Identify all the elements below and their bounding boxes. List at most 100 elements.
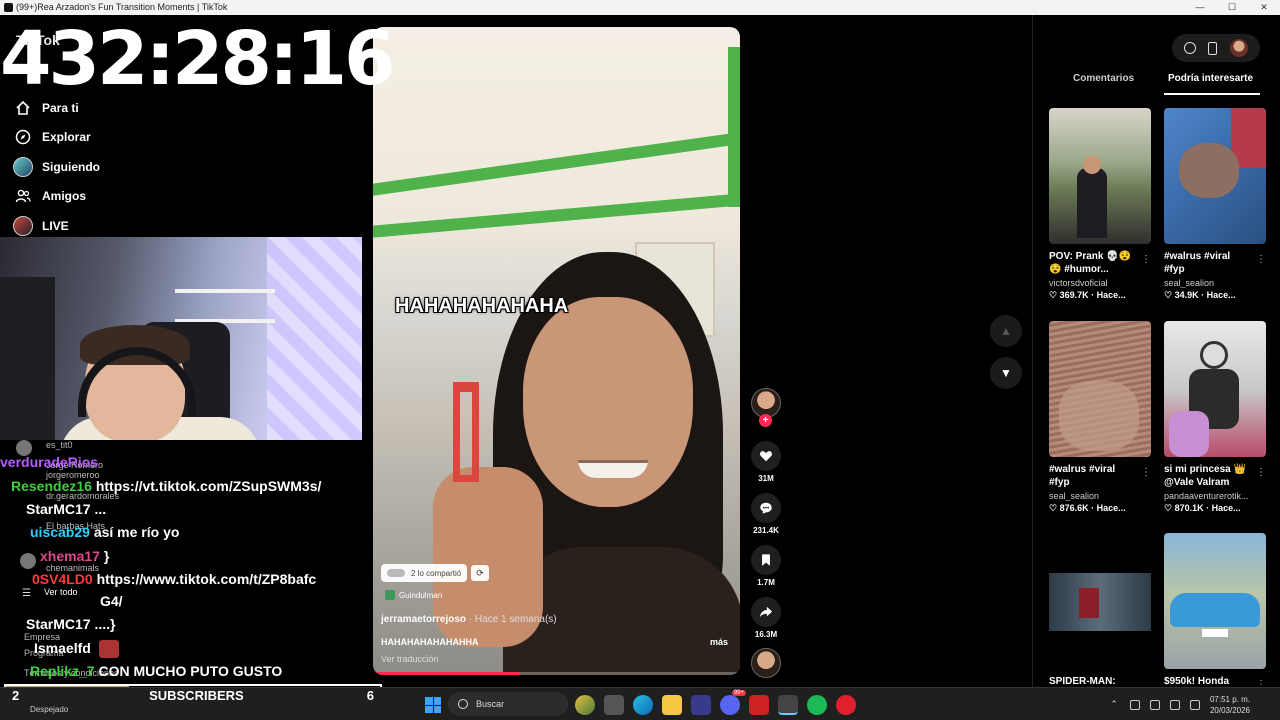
- capture-app-icon[interactable]: [749, 695, 769, 715]
- webcam-overlay: [0, 237, 362, 440]
- save-button[interactable]: 1.7M: [748, 545, 784, 587]
- video-player[interactable]: HAHAHAHAHAHA 2 lo compartió ⟳ Guindulman…: [373, 27, 740, 675]
- recommended-video-card[interactable]: $950k! Honda ⋮: [1164, 533, 1266, 690]
- shared-avatars: [387, 569, 405, 577]
- widgets-app-icon[interactable]: [575, 695, 595, 715]
- start-button[interactable]: [425, 697, 441, 713]
- chat-line: StarMC17 ...: [26, 501, 106, 517]
- recommended-video-card[interactable]: #walrus #viral #fyp seal_sealion ♡ 34.9K…: [1164, 108, 1266, 301]
- edge-browser-icon[interactable]: [633, 695, 653, 715]
- search-placeholder: Buscar: [476, 699, 505, 709]
- file-explorer-icon[interactable]: [662, 695, 682, 715]
- more-options-icon[interactable]: ⋮: [1141, 467, 1151, 478]
- mic-icon[interactable]: [1129, 699, 1140, 710]
- more-link[interactable]: más: [710, 637, 728, 647]
- more-options-icon[interactable]: ⋮: [1256, 254, 1266, 265]
- sound-avatar: [751, 648, 781, 678]
- chat-username: Ismaelfd: [34, 640, 91, 656]
- sidebar-item-label: Explorar: [42, 130, 91, 145]
- subscriber-goal: 6: [366, 687, 374, 703]
- repost-icon[interactable]: ⟳: [471, 565, 489, 581]
- video-thumbnail[interactable]: [1164, 533, 1266, 669]
- card-title-2: #fyp: [1164, 264, 1185, 275]
- comment-button[interactable]: 231.4K: [748, 493, 784, 535]
- obs-icon[interactable]: [778, 695, 798, 715]
- recommended-video-card[interactable]: SPIDER-MAN:: [1049, 533, 1151, 688]
- list-icon: ☰: [22, 588, 31, 599]
- video-thumbnail[interactable]: [1049, 321, 1151, 457]
- device-icon[interactable]: [1208, 41, 1218, 55]
- chat-username: uiscab29: [30, 524, 90, 540]
- recommended-video-card[interactable]: POV: Prank 💀😵 😵 #humor... victorsdvofici…: [1049, 108, 1151, 301]
- prev-video-button[interactable]: ▲: [990, 315, 1022, 347]
- card-stats: ♡ 876.6K · Hace...: [1049, 503, 1126, 513]
- weather-widget[interactable]: Despejado: [30, 705, 68, 714]
- like-count: 31M: [758, 474, 774, 483]
- profile-avatar[interactable]: [1229, 39, 1248, 57]
- opera-icon[interactable]: [836, 695, 856, 715]
- next-video-button[interactable]: ▼: [990, 357, 1022, 389]
- like-button[interactable]: 31M: [748, 441, 784, 483]
- store-icon[interactable]: [691, 695, 711, 715]
- card-author[interactable]: seal_sealion: [1049, 491, 1151, 501]
- translate-link[interactable]: Ver traducción: [381, 654, 439, 664]
- video-thumbnail[interactable]: [1049, 533, 1151, 669]
- recommended-video-card[interactable]: #walrus #viral #fyp seal_sealion ♡ 876.6…: [1049, 321, 1151, 514]
- stream-timer: 432:28:16: [0, 16, 396, 102]
- chat-message: ...: [94, 501, 107, 517]
- chat-ghost-user: es_tit0: [46, 440, 73, 450]
- taskbar-clock[interactable]: 07:51 p. m. 20/03/2026: [1210, 694, 1250, 716]
- tab-podria-interesarte[interactable]: Podría interesarte: [1168, 73, 1253, 84]
- video-thumbnail[interactable]: [1049, 108, 1151, 244]
- clock-date: 20/03/2026: [1209, 705, 1250, 715]
- ver-todo-link[interactable]: Ver todo: [44, 587, 78, 597]
- card-stats: ♡ 34.9K · Hace...: [1164, 290, 1236, 300]
- taskbar-search[interactable]: Buscar: [448, 692, 568, 716]
- sidebar-item-explorar[interactable]: Explorar: [12, 123, 352, 153]
- author-name[interactable]: jerramaetorrejoso: [381, 614, 466, 625]
- wifi-icon[interactable]: [1149, 699, 1160, 710]
- volume-icon[interactable]: [1169, 699, 1180, 710]
- chat-line: uiscab29 así me río yo: [30, 524, 179, 540]
- more-options-icon[interactable]: ⋮: [1141, 254, 1151, 265]
- recommended-video-card[interactable]: si mi princesa 👑 @Vale Valram pandaavent…: [1164, 321, 1266, 514]
- card-author[interactable]: seal_sealion: [1164, 278, 1266, 288]
- video-thumbnail[interactable]: [1164, 321, 1266, 457]
- share-arrow-icon: [759, 606, 773, 618]
- tab-comentarios[interactable]: Comentarios: [1073, 73, 1134, 84]
- sidebar-item-siguiendo[interactable]: Siguiendo: [12, 152, 352, 182]
- discord-icon[interactable]: 99+: [720, 690, 746, 715]
- spotify-icon[interactable]: [807, 695, 827, 715]
- task-view-icon[interactable]: [604, 695, 624, 715]
- battery-icon[interactable]: [1189, 699, 1200, 710]
- card-stats: ♡ 870.1K · Hace...: [1164, 503, 1241, 513]
- tray-chevron-icon[interactable]: ⌃: [1110, 699, 1118, 710]
- sound-avatar-button[interactable]: [748, 648, 784, 678]
- video-author[interactable]: jerramaetorrejoso · Hace 1 semana(s): [381, 614, 557, 625]
- coins-icon[interactable]: [1184, 42, 1197, 54]
- close-button[interactable]: ✕: [1248, 0, 1280, 15]
- notification-badge: 99+: [731, 690, 746, 696]
- shared-by-pill[interactable]: 2 lo compartió: [381, 564, 468, 582]
- card-author[interactable]: pandaaventurerotik...: [1164, 491, 1266, 501]
- right-panel-tabs: Comentarios Podría interesarte: [1050, 71, 1265, 95]
- video-thumbnail[interactable]: [1164, 108, 1266, 244]
- follow-plus-icon[interactable]: +: [759, 414, 772, 427]
- maximize-button[interactable]: ☐: [1216, 0, 1248, 15]
- share-button[interactable]: 16.3M: [748, 597, 784, 639]
- sidebar-item-amigos[interactable]: Amigos: [12, 182, 352, 212]
- chat-line: xhema17 }: [40, 548, 109, 564]
- minimize-button[interactable]: —: [1184, 0, 1216, 15]
- video-progress-track[interactable]: [373, 672, 740, 675]
- more-options-icon[interactable]: ⋮: [1256, 467, 1266, 478]
- group-icon: [385, 590, 395, 600]
- group-tag[interactable]: Guindulman: [385, 590, 442, 600]
- taskbar-apps: 99+: [575, 690, 865, 715]
- emote-image: [98, 640, 119, 659]
- chat-message: así me río yo: [93, 524, 180, 540]
- creator-avatar-button[interactable]: +: [748, 388, 784, 427]
- card-author[interactable]: victorsdvoficial: [1049, 278, 1151, 288]
- chat-line: Replikz_7 CON MUCHO PUTO GUSTO: [30, 663, 282, 679]
- video-caption: HAHAHAHAHAHAHHA: [381, 637, 479, 647]
- chat-message: ....}: [94, 616, 116, 632]
